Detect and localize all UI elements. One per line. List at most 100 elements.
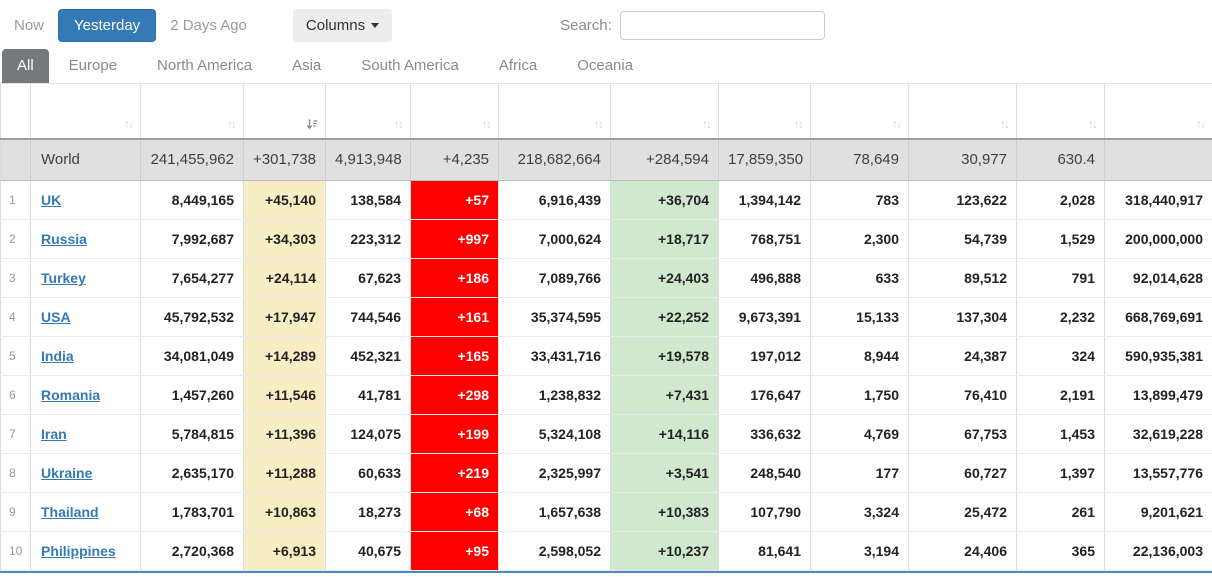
cell-total-recovered: 35,374,595 [499,298,611,337]
cell-new-recovered: +18,717 [611,220,719,259]
two-days-ago-button[interactable]: 2 Days Ago [170,17,247,34]
cell-total-recovered: 2,325,997 [499,454,611,493]
country-link[interactable]: Thailand [41,504,99,520]
cell-deaths-per-1m: 791 [1017,259,1105,298]
col-header-new-cases[interactable] [244,84,326,139]
sort-desc-icon [306,118,319,131]
cell-deaths-per-1m: 1,397 [1017,454,1105,493]
cell-total-cases: 2,720,368 [141,532,244,571]
country-link[interactable]: Romania [41,387,100,403]
col-header-cases-per-1m[interactable]: ↑↓ [909,84,1017,139]
cell-total-tests: 590,935,381 [1105,337,1212,376]
now-button[interactable]: Now [14,17,44,34]
cell-total-recovered: 218,682,664 [499,139,611,181]
cell-deaths-per-1m: 1,529 [1017,220,1105,259]
col-header-total-cases[interactable]: ↑↓ [141,84,244,139]
country-link[interactable]: Ukraine [41,465,92,481]
tab-north-america[interactable]: North America [137,49,272,83]
table-row: 8Ukraine2,635,170+11,28860,633+2192,325,… [1,454,1212,493]
cell-active-cases: 107,790 [719,493,811,532]
cell-total-cases: 34,081,049 [141,337,244,376]
table-row: 9Thailand1,783,701+10,86318,273+681,657,… [1,493,1212,532]
cell-cases-per-1m: 54,739 [909,220,1017,259]
cell-active-cases: 197,012 [719,337,811,376]
cell-total-tests: 13,899,479 [1105,376,1212,415]
cell-new-cases: +6,913 [244,532,326,571]
tab-south-america[interactable]: South America [341,49,479,83]
col-header-total-deaths[interactable]: ↑↓ [326,84,411,139]
cell-total-deaths: 744,546 [326,298,411,337]
country-link[interactable]: UK [41,192,61,208]
cell-active-cases: 1,394,142 [719,181,811,220]
cell-new-cases: +45,140 [244,181,326,220]
table-row: 4USA45,792,532+17,947744,546+16135,374,5… [1,298,1212,337]
cell-new-recovered: +22,252 [611,298,719,337]
col-header-country[interactable]: ↑↓ [31,84,141,139]
table-row: 2Russia7,992,687+34,303223,312+9977,000,… [1,220,1212,259]
country-link[interactable]: Russia [41,231,87,247]
cell-new-recovered: +10,383 [611,493,719,532]
cell-active-cases: 768,751 [719,220,811,259]
table-row: 10Philippines2,720,368+6,91340,675+952,5… [1,532,1212,571]
col-header-total-recovered[interactable]: ↑↓ [499,84,611,139]
cell-deaths-per-1m: 261 [1017,493,1105,532]
columns-dropdown-button[interactable]: Columns [293,9,392,42]
cell-total-recovered: 7,089,766 [499,259,611,298]
tab-oceania[interactable]: Oceania [557,49,653,83]
cell-new-cases: +17,947 [244,298,326,337]
table-row: 3Turkey7,654,277+24,11467,623+1867,089,7… [1,259,1212,298]
cell-country: Thailand [31,493,141,532]
tab-europe[interactable]: Europe [49,49,137,83]
cell-serious-critical: 4,769 [811,415,909,454]
tab-all[interactable]: All [2,49,49,83]
col-header-deaths-per-1m[interactable]: ↑↓ [1017,84,1105,139]
cell-rank: 2 [1,220,31,259]
sort-icon: ↑↓ [1088,117,1098,131]
cell-country: Romania [31,376,141,415]
cell-active-cases: 17,859,350 [719,139,811,181]
cell-total-cases: 8,449,165 [141,181,244,220]
col-header-active-cases[interactable]: ↑↓ [719,84,811,139]
cell-new-cases: +301,738 [244,139,326,181]
country-link[interactable]: Iran [41,426,67,442]
cell-new-deaths: +199 [411,415,499,454]
cell-country: World [31,139,141,181]
cell-new-deaths: +298 [411,376,499,415]
cell-total-recovered: 33,431,716 [499,337,611,376]
col-header-new-deaths[interactable]: ↑↓ [411,84,499,139]
toolbar: Now Yesterday 2 Days Ago Columns Search: [0,0,1212,50]
cell-new-recovered: +36,704 [611,181,719,220]
country-link[interactable]: India [41,348,74,364]
cell-total-tests: 668,769,691 [1105,298,1212,337]
cell-total-cases: 45,792,532 [141,298,244,337]
cell-country: Turkey [31,259,141,298]
cell-country: Ukraine [31,454,141,493]
cell-total-cases: 2,635,170 [141,454,244,493]
search-label: Search: [560,17,612,34]
col-header-total-tests[interactable]: ↑↓ [1105,84,1212,139]
cell-serious-critical: 8,944 [811,337,909,376]
cell-active-cases: 176,647 [719,376,811,415]
cell-total-recovered: 1,238,832 [499,376,611,415]
col-header-serious-critical[interactable]: ↑↓ [811,84,909,139]
country-link[interactable]: USA [41,309,71,325]
country-link[interactable]: Philippines [41,543,116,559]
cell-rank: 8 [1,454,31,493]
tab-asia[interactable]: Asia [272,49,341,83]
col-header-new-recovered[interactable]: ↑↓ [611,84,719,139]
cell-cases-per-1m: 67,753 [909,415,1017,454]
country-link[interactable]: Turkey [41,270,86,286]
cell-total-tests: 13,557,776 [1105,454,1212,493]
search-input[interactable] [620,11,825,40]
cell-new-recovered: +284,594 [611,139,719,181]
yesterday-button[interactable]: Yesterday [58,9,156,42]
tab-africa[interactable]: Africa [479,49,557,83]
cell-total-deaths: 40,675 [326,532,411,571]
cell-cases-per-1m: 24,406 [909,532,1017,571]
cell-rank [1,139,31,181]
cell-active-cases: 248,540 [719,454,811,493]
col-header-rank[interactable] [1,84,31,139]
cell-new-deaths: +997 [411,220,499,259]
cell-cases-per-1m: 24,387 [909,337,1017,376]
cell-new-deaths: +161 [411,298,499,337]
